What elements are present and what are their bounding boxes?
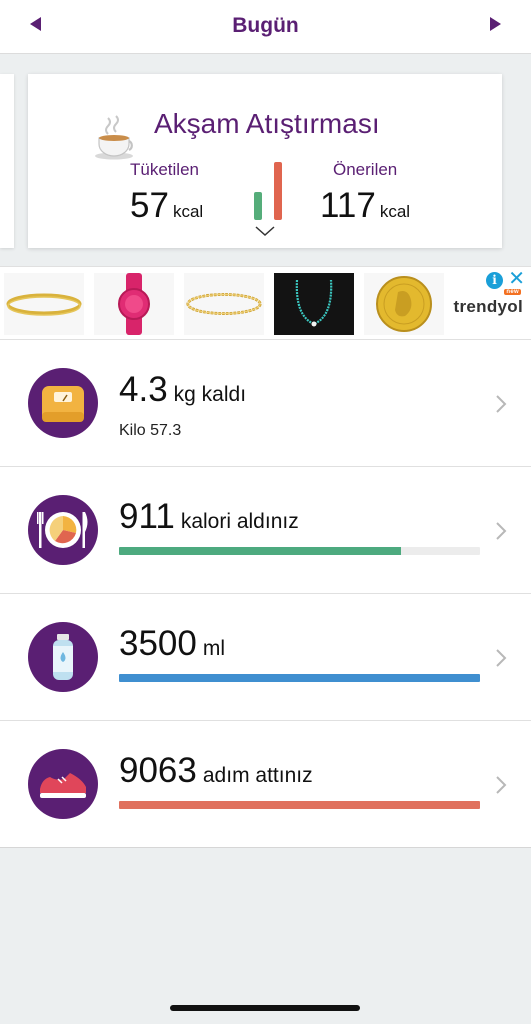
water-summary: 3500 ml xyxy=(119,624,225,664)
consumed-number: 57 xyxy=(130,186,169,225)
ad-item-pink-watch[interactable] xyxy=(94,273,174,335)
ad-item-necklace[interactable] xyxy=(274,273,354,335)
steps-progress-fill xyxy=(119,801,480,809)
recommended-bar xyxy=(274,162,282,220)
consumed-bar xyxy=(254,192,262,220)
consumed-value: 57 kcal xyxy=(130,186,203,226)
ad-item-gold-bangle[interactable] xyxy=(4,273,84,335)
meal-carousel[interactable]: Akşam Atıştırması Tüketilen 57 kcal Öneri… xyxy=(0,54,531,266)
chevron-right-icon xyxy=(496,395,507,413)
water-progress-fill xyxy=(119,674,480,682)
ad-brand-name: trendyol xyxy=(453,297,523,316)
recommended-label: Önerilen xyxy=(333,160,398,179)
water-bottle-icon xyxy=(28,622,98,692)
water-value: 3500 xyxy=(119,624,197,663)
tracker-list: 4.3 kg kaldı Kilo 57.3 911 kalori aldınız xyxy=(0,340,531,848)
triangle-right-icon[interactable] xyxy=(490,17,501,31)
weight-remaining-unit: kg kaldı xyxy=(173,383,247,406)
water-progress-bar xyxy=(119,674,480,682)
calories-progress-bar xyxy=(119,547,480,555)
calories-summary: 911 kalori aldınız xyxy=(119,497,299,537)
calories-row[interactable]: 911 kalori aldınız xyxy=(0,467,531,594)
calories-unit: kalori aldınız xyxy=(180,510,299,533)
ad-info-icon[interactable]: i xyxy=(486,272,503,289)
tea-cup-icon xyxy=(95,115,133,160)
scale-icon xyxy=(28,368,98,438)
consumed-unit: kcal xyxy=(172,202,204,221)
chevron-down-icon[interactable] xyxy=(254,224,276,238)
calories-value: 911 xyxy=(119,497,175,536)
chevron-right-icon xyxy=(496,522,507,540)
ad-brand-badge: new xyxy=(504,289,521,295)
weight-summary: 4.3 kg kaldı xyxy=(119,370,246,410)
home-indicator[interactable] xyxy=(170,1005,360,1011)
page-title: Bugün xyxy=(232,14,299,37)
steps-progress-bar xyxy=(119,801,480,809)
sneaker-icon xyxy=(28,749,98,819)
ad-banner[interactable]: i ✕ trendyol new xyxy=(0,266,531,340)
steps-summary: 9063 adım attınız xyxy=(119,751,313,791)
steps-value: 9063 xyxy=(119,751,197,790)
ad-close-icon[interactable]: ✕ xyxy=(508,269,525,289)
recommended-unit: kcal xyxy=(379,202,411,221)
water-row[interactable]: 3500 ml xyxy=(0,594,531,721)
recommended-value: 117 kcal xyxy=(320,186,410,226)
meal-card[interactable]: Akşam Atıştırması Tüketilen 57 kcal Öneri… xyxy=(28,74,502,248)
top-nav-bar: Bugün xyxy=(0,0,531,54)
necklace-image xyxy=(295,279,333,327)
steps-unit: adım attınız xyxy=(202,764,313,787)
weight-row[interactable]: 4.3 kg kaldı Kilo 57.3 xyxy=(0,340,531,467)
steps-row[interactable]: 9063 adım attınız xyxy=(0,721,531,848)
watch-image xyxy=(118,273,150,335)
ad-item-gold-coin[interactable] xyxy=(364,273,444,335)
ad-brand-logo[interactable]: trendyol new xyxy=(453,289,523,317)
chevron-right-icon xyxy=(496,649,507,667)
plate-icon xyxy=(28,495,98,565)
bangle-image xyxy=(6,293,82,316)
weight-remaining-value: 4.3 xyxy=(119,370,168,409)
twisted-bangle-image xyxy=(186,293,262,315)
current-weight: Kilo 57.3 xyxy=(119,422,182,439)
chevron-right-icon xyxy=(496,776,507,794)
meal-title: Akşam Atıştırması xyxy=(154,108,380,139)
consumed-label: Tüketilen xyxy=(130,160,199,179)
recommended-number: 117 xyxy=(320,186,376,225)
previous-meal-card[interactable] xyxy=(0,74,14,248)
water-unit: ml xyxy=(202,637,226,660)
coin-image xyxy=(376,276,432,332)
calorie-comparison-bars xyxy=(252,160,288,220)
ad-item-twisted-bangle[interactable] xyxy=(184,273,264,335)
calories-progress-fill xyxy=(119,547,401,555)
